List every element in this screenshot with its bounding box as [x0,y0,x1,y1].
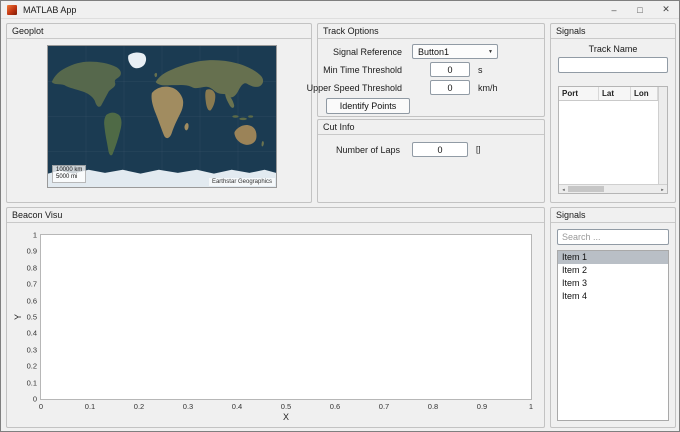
upper-speed-unit: km/h [478,83,498,93]
geoplot-map[interactable]: 10000 km 5000 mi Earthstar Geographics [47,45,277,188]
list-item[interactable]: Item 2 [558,264,668,277]
scrollbar-thumb[interactable] [568,186,604,192]
maximize-button[interactable]: □ [627,1,653,18]
map-attribution: Earthstar Geographics [208,178,275,186]
y-tick-label: 0 [32,394,37,404]
close-button[interactable]: ✕ [653,1,679,18]
cut-info-panel-title: Cut Info [318,120,544,135]
chevron-down-icon: ▼ [488,48,493,55]
x-tick-label: 0.4 [231,402,243,411]
y-tick-label: 0.1 [26,378,37,388]
list-item[interactable]: Item 3 [558,277,668,290]
signal-reference-label: Signal Reference [332,47,402,57]
signals-top-panel-title: Signals [551,24,675,39]
min-time-unit: s [478,65,483,75]
window-title: MATLAB App [23,4,77,15]
y-tick-label: 0.9 [26,246,37,256]
signals-listbox: Item 1 Item 2 Item 3 Item 4 [557,250,669,421]
y-tick-label: 0.3 [26,345,37,355]
x-tick-label: 0 [38,402,44,411]
track-name-input[interactable] [558,57,668,73]
signals-bottom-panel: Signals Item 1 Item 2 Item 3 Item 4 [550,207,676,428]
x-axis-label: X [282,412,290,422]
y-tick-label: 0.4 [26,328,37,338]
min-time-input[interactable] [430,62,470,77]
y-tick-label: 1 [32,230,37,240]
vertical-scrollbar[interactable] [658,87,667,184]
beacon-axes: 0 0.1 0.2 0.3 0.4 0.5 0.6 0.7 0.8 0.9 1 … [13,231,533,423]
x-tick-label: 0.6 [329,402,341,411]
x-tick-label: 0.8 [427,402,439,411]
signals-bottom-panel-title: Signals [551,208,675,223]
scroll-left-icon[interactable]: ◄ [559,185,568,193]
min-time-label: Min Time Threshold [323,65,402,75]
window-controls: – □ ✕ [601,1,679,18]
table-header-row: Port Lat Lon [559,87,658,101]
identify-points-button[interactable]: Identify Points [326,98,410,114]
signal-reference-dropdown[interactable]: Button1 ▼ [412,44,498,59]
y-tick-label: 0.6 [26,296,37,306]
geoplot-panel: Geoplot 10000 km 5000 mi Earthstar Geogr… [6,23,312,203]
number-of-laps-input[interactable] [412,142,468,157]
x-tick-label: 0.1 [84,402,96,411]
y-tick-label: 0.2 [26,361,37,371]
y-tick-label: 0.8 [26,263,37,273]
signals-top-panel: Signals Track Name Port Lat Lon ◄ ► [550,23,676,203]
matlab-app-window: MATLAB App – □ ✕ Geoplot 10000 km 5000 m… [0,0,680,432]
scale-mi-label: 5000 mi [56,174,78,180]
scale-km-label: 10000 km [56,167,83,173]
upper-speed-label: Upper Speed Threshold [306,83,402,93]
track-options-panel-title: Track Options [318,24,544,39]
list-item[interactable]: Item 4 [558,290,668,303]
geoplot-panel-title: Geoplot [7,24,311,39]
y-axis-label: Y [13,313,24,321]
x-tick-label: 0.3 [182,402,194,411]
table-header-port: Port [559,87,599,100]
search-input[interactable] [557,229,669,245]
titlebar: MATLAB App – □ ✕ [1,1,679,19]
table-body [559,101,658,184]
x-tick-label: 0.9 [476,402,488,411]
beacon-visu-panel: Beacon Visu 0 0.1 0.2 0.3 0.4 0.5 0.6 0.… [6,207,545,428]
minimize-button[interactable]: – [601,1,627,18]
signals-table: Port Lat Lon ◄ ► [558,86,668,194]
cut-info-panel: Cut Info Number of Laps [] [317,119,545,203]
matlab-icon [7,4,17,15]
list-item[interactable]: Item 1 [558,251,668,264]
map-scalebar: 10000 km 5000 mi [52,165,87,183]
y-tick-label: 0.7 [26,279,37,289]
x-tick-label: 0.7 [378,402,390,411]
scroll-right-icon[interactable]: ► [658,185,667,193]
laps-unit-label: [] [476,145,481,154]
table-header-lat: Lat [599,87,631,100]
horizontal-scrollbar[interactable]: ◄ ► [559,184,667,193]
x-tick-label: 0.2 [133,402,145,411]
upper-speed-input[interactable] [430,80,470,95]
track-name-label: Track Name [588,44,638,54]
y-tick-label: 0.5 [26,312,37,322]
beacon-visu-panel-title: Beacon Visu [7,208,544,223]
track-options-panel: Track Options Signal Reference Button1 ▼… [307,23,545,117]
signal-reference-value: Button1 [418,46,450,57]
x-tick-label: 0.5 [280,402,292,411]
number-of-laps-label: Number of Laps [335,145,400,155]
x-tick-label: 1 [528,402,534,411]
table-header-lon: Lon [631,87,658,100]
